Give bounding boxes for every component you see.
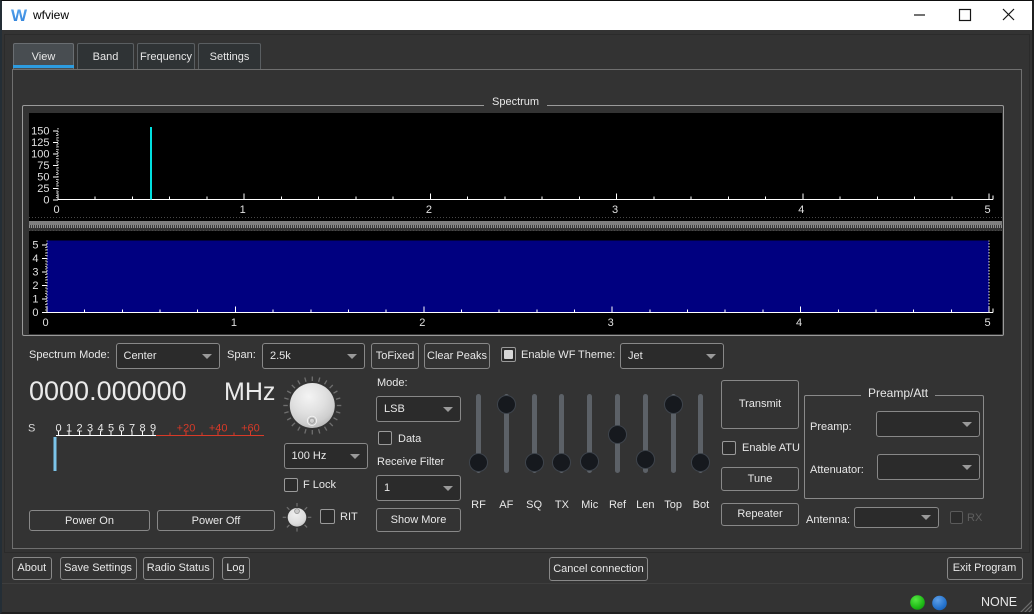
svg-text:3: 3 xyxy=(608,317,614,329)
svg-text:125: 125 xyxy=(31,137,49,149)
svg-text:4: 4 xyxy=(796,317,802,329)
svg-text:0: 0 xyxy=(43,195,49,207)
svg-text:4: 4 xyxy=(798,204,804,216)
svg-text:75: 75 xyxy=(37,160,49,172)
svg-text:2: 2 xyxy=(32,280,38,292)
svg-text:1: 1 xyxy=(231,317,237,329)
svg-text:5: 5 xyxy=(984,204,990,216)
svg-text:100: 100 xyxy=(31,149,49,161)
svg-text:3: 3 xyxy=(32,266,38,278)
svg-text:2: 2 xyxy=(426,204,432,216)
svg-text:150: 150 xyxy=(31,126,49,138)
svg-text:1: 1 xyxy=(32,294,38,306)
svg-text:5: 5 xyxy=(984,317,990,329)
svg-text:W: W xyxy=(11,6,28,24)
svg-text:3: 3 xyxy=(612,204,618,216)
svg-text:5: 5 xyxy=(32,239,38,251)
svg-text:0: 0 xyxy=(42,317,48,329)
svg-text:S: S xyxy=(28,423,35,435)
svg-text:2: 2 xyxy=(419,317,425,329)
svg-text:0: 0 xyxy=(32,307,38,319)
svg-text:0: 0 xyxy=(53,204,59,216)
svg-text:4: 4 xyxy=(32,253,38,265)
svg-text:50: 50 xyxy=(37,172,49,184)
svg-text:1: 1 xyxy=(240,204,246,216)
svg-text:25: 25 xyxy=(37,183,49,195)
